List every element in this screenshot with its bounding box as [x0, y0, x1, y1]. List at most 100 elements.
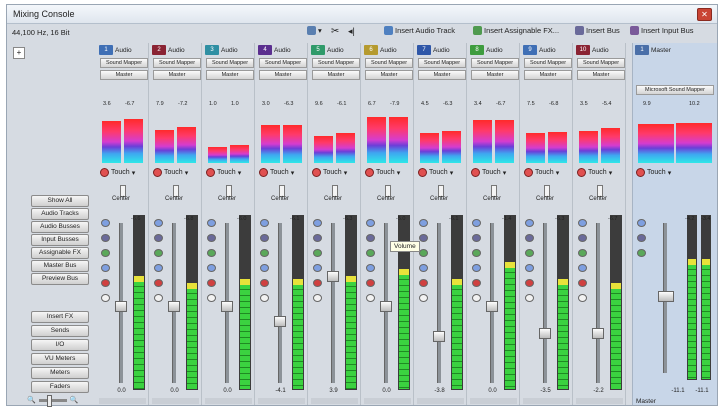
strip-icon-2[interactable]: [101, 249, 110, 257]
view-button-5[interactable]: Master Bus: [31, 260, 89, 272]
strip-icon-0[interactable]: [207, 219, 216, 227]
volume-fader[interactable]: [380, 301, 392, 312]
insert-bus-button[interactable]: Insert Bus: [575, 26, 620, 35]
strip-icon-4[interactable]: [154, 279, 163, 287]
strip-icon-5[interactable]: [207, 294, 216, 302]
strip-icon-5[interactable]: [313, 294, 322, 302]
strip-icon-0[interactable]: [366, 219, 375, 227]
output-button[interactable]: Master: [418, 70, 466, 80]
strip-icon-5[interactable]: [260, 294, 269, 302]
volume-fader[interactable]: [168, 301, 180, 312]
strip-icon-1[interactable]: [313, 234, 322, 242]
strip-header[interactable]: 10 Audio: [576, 45, 623, 55]
strip-icon-2[interactable]: [260, 249, 269, 257]
section-button-1[interactable]: Sends: [31, 325, 89, 337]
section-button-2[interactable]: I/O: [31, 339, 89, 351]
master-output-device-button[interactable]: Microsoft Sound Mapper: [636, 85, 714, 95]
section-button-4[interactable]: Meters: [31, 367, 89, 379]
output-button[interactable]: Master: [100, 70, 148, 80]
volume-fader[interactable]: [221, 301, 233, 312]
strip-header[interactable]: 2 Audio: [152, 45, 199, 55]
output-button[interactable]: Master: [577, 70, 625, 80]
automation-mode[interactable]: Touch ▾: [418, 168, 453, 177]
strip-icon-2[interactable]: [154, 249, 163, 257]
automation-mode[interactable]: Touch ▾: [577, 168, 612, 177]
output-button[interactable]: Master: [259, 70, 307, 80]
automation-mode[interactable]: Touch ▾: [153, 168, 188, 177]
view-button-1[interactable]: Audio Tracks: [31, 208, 89, 220]
strip-icon-3[interactable]: [525, 264, 534, 272]
send-device-button[interactable]: Sound Mapper: [153, 58, 201, 68]
view-button-4[interactable]: Assignable FX: [31, 247, 89, 259]
strip-icon-3[interactable]: [101, 264, 110, 272]
automation-mode[interactable]: Touch ▾: [524, 168, 559, 177]
output-button[interactable]: Master: [206, 70, 254, 80]
strip-icon-0[interactable]: [472, 219, 481, 227]
view-button-3[interactable]: Input Busses: [31, 234, 89, 246]
strip-icon-0[interactable]: [578, 219, 587, 227]
strip-header[interactable]: 7 Audio: [417, 45, 464, 55]
strip-header[interactable]: 9 Audio: [523, 45, 570, 55]
strip-icon-3[interactable]: [578, 264, 587, 272]
strip-icon-3[interactable]: [419, 264, 428, 272]
strip-icon-1[interactable]: [101, 234, 110, 242]
strip-icon-2[interactable]: [472, 249, 481, 257]
automation-mode[interactable]: Touch ▾: [206, 168, 241, 177]
strip-icon-4[interactable]: [419, 279, 428, 287]
strip-icon-0[interactable]: [260, 219, 269, 227]
expand-button[interactable]: +: [13, 47, 25, 59]
mixer-options-button[interactable]: ▾: [307, 26, 322, 35]
strip-icon-0[interactable]: [419, 219, 428, 227]
strip-icon-5[interactable]: [525, 294, 534, 302]
send-device-button[interactable]: Sound Mapper: [259, 58, 307, 68]
master-icon-1[interactable]: [637, 234, 646, 242]
insert-input-bus-button[interactable]: Insert Input Bus: [630, 26, 694, 35]
strip-icon-0[interactable]: [313, 219, 322, 227]
master-header[interactable]: 1 Master: [635, 45, 713, 55]
volume-fader[interactable]: [539, 328, 551, 339]
volume-fader[interactable]: [115, 301, 127, 312]
strip-icon-5[interactable]: [472, 294, 481, 302]
strip-icon-1[interactable]: [260, 234, 269, 242]
strip-icon-2[interactable]: [366, 249, 375, 257]
output-button[interactable]: Master: [312, 70, 360, 80]
close-button[interactable]: ✕: [697, 8, 712, 21]
volume-fader[interactable]: [327, 271, 339, 282]
strip-icon-5[interactable]: [366, 294, 375, 302]
strip-header[interactable]: 6 Audio: [364, 45, 411, 55]
strip-icon-2[interactable]: [525, 249, 534, 257]
send-device-button[interactable]: Sound Mapper: [206, 58, 254, 68]
volume-fader[interactable]: [592, 328, 604, 339]
strip-header[interactable]: 8 Audio: [470, 45, 517, 55]
strip-icon-1[interactable]: [472, 234, 481, 242]
view-button-0[interactable]: Show All: [31, 195, 89, 207]
strip-header[interactable]: 4 Audio: [258, 45, 305, 55]
volume-fader[interactable]: [274, 316, 286, 327]
strip-icon-0[interactable]: [154, 219, 163, 227]
automation-mode[interactable]: Touch ▾: [100, 168, 135, 177]
strip-icon-1[interactable]: [207, 234, 216, 242]
strip-icon-1[interactable]: [366, 234, 375, 242]
view-button-6[interactable]: Preview Bus: [31, 273, 89, 285]
strip-icon-2[interactable]: [313, 249, 322, 257]
strip-icon-0[interactable]: [101, 219, 110, 227]
strip-icon-3[interactable]: [313, 264, 322, 272]
output-button[interactable]: Master: [365, 70, 413, 80]
output-button[interactable]: Master: [471, 70, 519, 80]
section-button-0[interactable]: Insert FX: [31, 311, 89, 323]
strip-icon-3[interactable]: [207, 264, 216, 272]
strip-icon-1[interactable]: [154, 234, 163, 242]
strip-icon-4[interactable]: [472, 279, 481, 287]
strip-icon-1[interactable]: [419, 234, 428, 242]
insert-audio-track-button[interactable]: Insert Audio Track: [384, 26, 455, 35]
strip-icon-3[interactable]: [366, 264, 375, 272]
strip-header[interactable]: 1 Audio: [99, 45, 146, 55]
send-device-button[interactable]: Sound Mapper: [418, 58, 466, 68]
insert-assignable-fx-button[interactable]: Insert Assignable FX...: [473, 26, 559, 35]
strip-icon-0[interactable]: [525, 219, 534, 227]
automation-mode[interactable]: Touch ▾: [312, 168, 347, 177]
send-device-button[interactable]: Sound Mapper: [312, 58, 360, 68]
volume-fader[interactable]: [433, 331, 445, 342]
strip-icon-4[interactable]: [578, 279, 587, 287]
send-device-button[interactable]: Sound Mapper: [524, 58, 572, 68]
